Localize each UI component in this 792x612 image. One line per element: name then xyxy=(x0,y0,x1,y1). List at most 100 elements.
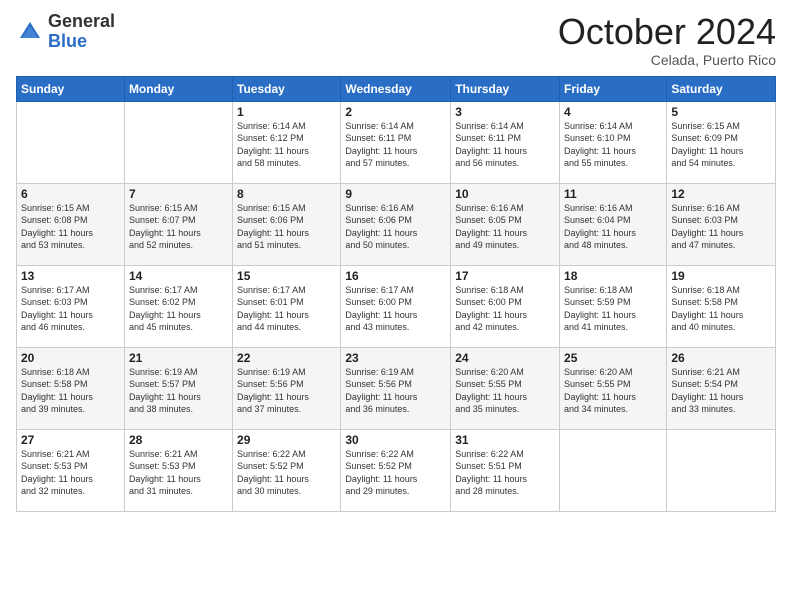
calendar-cell: 24Sunrise: 6:20 AM Sunset: 5:55 PM Dayli… xyxy=(451,347,560,429)
day-info: Sunrise: 6:16 AM Sunset: 6:05 PM Dayligh… xyxy=(455,202,555,252)
day-number: 14 xyxy=(129,269,228,283)
calendar-cell: 8Sunrise: 6:15 AM Sunset: 6:06 PM Daylig… xyxy=(233,183,341,265)
day-number: 1 xyxy=(237,105,336,119)
day-number: 29 xyxy=(237,433,336,447)
day-info: Sunrise: 6:18 AM Sunset: 5:58 PM Dayligh… xyxy=(671,284,771,334)
day-number: 11 xyxy=(564,187,662,201)
calendar-cell: 28Sunrise: 6:21 AM Sunset: 5:53 PM Dayli… xyxy=(124,429,232,511)
calendar-cell: 23Sunrise: 6:19 AM Sunset: 5:56 PM Dayli… xyxy=(341,347,451,429)
calendar-cell: 3Sunrise: 6:14 AM Sunset: 6:11 PM Daylig… xyxy=(451,101,560,183)
calendar-cell: 5Sunrise: 6:15 AM Sunset: 6:09 PM Daylig… xyxy=(667,101,776,183)
calendar-cell xyxy=(17,101,125,183)
day-number: 13 xyxy=(21,269,120,283)
day-info: Sunrise: 6:19 AM Sunset: 5:57 PM Dayligh… xyxy=(129,366,228,416)
day-info: Sunrise: 6:16 AM Sunset: 6:03 PM Dayligh… xyxy=(671,202,771,252)
calendar-cell: 7Sunrise: 6:15 AM Sunset: 6:07 PM Daylig… xyxy=(124,183,232,265)
month-title: October 2024 xyxy=(558,12,776,52)
calendar-cell: 1Sunrise: 6:14 AM Sunset: 6:12 PM Daylig… xyxy=(233,101,341,183)
day-number: 3 xyxy=(455,105,555,119)
day-number: 10 xyxy=(455,187,555,201)
weekday-header: Wednesday xyxy=(341,76,451,101)
calendar-cell: 9Sunrise: 6:16 AM Sunset: 6:06 PM Daylig… xyxy=(341,183,451,265)
location: Celada, Puerto Rico xyxy=(558,52,776,68)
day-info: Sunrise: 6:17 AM Sunset: 6:01 PM Dayligh… xyxy=(237,284,336,334)
calendar-cell: 16Sunrise: 6:17 AM Sunset: 6:00 PM Dayli… xyxy=(341,265,451,347)
day-number: 22 xyxy=(237,351,336,365)
logo-general: General xyxy=(48,12,115,32)
day-number: 27 xyxy=(21,433,120,447)
day-info: Sunrise: 6:16 AM Sunset: 6:04 PM Dayligh… xyxy=(564,202,662,252)
logo-text: General Blue xyxy=(48,12,115,52)
calendar-cell: 15Sunrise: 6:17 AM Sunset: 6:01 PM Dayli… xyxy=(233,265,341,347)
day-info: Sunrise: 6:20 AM Sunset: 5:55 PM Dayligh… xyxy=(455,366,555,416)
day-info: Sunrise: 6:14 AM Sunset: 6:11 PM Dayligh… xyxy=(455,120,555,170)
day-number: 12 xyxy=(671,187,771,201)
day-info: Sunrise: 6:22 AM Sunset: 5:51 PM Dayligh… xyxy=(455,448,555,498)
calendar-cell: 19Sunrise: 6:18 AM Sunset: 5:58 PM Dayli… xyxy=(667,265,776,347)
day-info: Sunrise: 6:14 AM Sunset: 6:12 PM Dayligh… xyxy=(237,120,336,170)
weekday-header: Monday xyxy=(124,76,232,101)
day-number: 18 xyxy=(564,269,662,283)
calendar-cell: 18Sunrise: 6:18 AM Sunset: 5:59 PM Dayli… xyxy=(560,265,667,347)
day-info: Sunrise: 6:21 AM Sunset: 5:53 PM Dayligh… xyxy=(21,448,120,498)
day-number: 25 xyxy=(564,351,662,365)
day-number: 19 xyxy=(671,269,771,283)
page: General Blue October 2024 Celada, Puerto… xyxy=(0,0,792,612)
calendar-cell: 30Sunrise: 6:22 AM Sunset: 5:52 PM Dayli… xyxy=(341,429,451,511)
day-info: Sunrise: 6:22 AM Sunset: 5:52 PM Dayligh… xyxy=(237,448,336,498)
calendar-cell: 10Sunrise: 6:16 AM Sunset: 6:05 PM Dayli… xyxy=(451,183,560,265)
day-number: 16 xyxy=(345,269,446,283)
day-info: Sunrise: 6:15 AM Sunset: 6:06 PM Dayligh… xyxy=(237,202,336,252)
weekday-header: Friday xyxy=(560,76,667,101)
calendar-cell: 27Sunrise: 6:21 AM Sunset: 5:53 PM Dayli… xyxy=(17,429,125,511)
calendar-cell: 21Sunrise: 6:19 AM Sunset: 5:57 PM Dayli… xyxy=(124,347,232,429)
weekday-header-row: SundayMondayTuesdayWednesdayThursdayFrid… xyxy=(17,76,776,101)
calendar-cell xyxy=(124,101,232,183)
calendar-cell: 25Sunrise: 6:20 AM Sunset: 5:55 PM Dayli… xyxy=(560,347,667,429)
day-info: Sunrise: 6:18 AM Sunset: 6:00 PM Dayligh… xyxy=(455,284,555,334)
day-number: 30 xyxy=(345,433,446,447)
day-number: 7 xyxy=(129,187,228,201)
day-number: 17 xyxy=(455,269,555,283)
calendar-cell: 17Sunrise: 6:18 AM Sunset: 6:00 PM Dayli… xyxy=(451,265,560,347)
weekday-header: Sunday xyxy=(17,76,125,101)
day-info: Sunrise: 6:15 AM Sunset: 6:09 PM Dayligh… xyxy=(671,120,771,170)
logo-icon xyxy=(16,18,44,46)
day-info: Sunrise: 6:18 AM Sunset: 5:59 PM Dayligh… xyxy=(564,284,662,334)
day-info: Sunrise: 6:15 AM Sunset: 6:08 PM Dayligh… xyxy=(21,202,120,252)
calendar-cell xyxy=(667,429,776,511)
day-number: 4 xyxy=(564,105,662,119)
day-number: 21 xyxy=(129,351,228,365)
day-info: Sunrise: 6:20 AM Sunset: 5:55 PM Dayligh… xyxy=(564,366,662,416)
calendar-cell: 13Sunrise: 6:17 AM Sunset: 6:03 PM Dayli… xyxy=(17,265,125,347)
logo-blue: Blue xyxy=(48,32,115,52)
calendar-week-row: 27Sunrise: 6:21 AM Sunset: 5:53 PM Dayli… xyxy=(17,429,776,511)
day-info: Sunrise: 6:17 AM Sunset: 6:03 PM Dayligh… xyxy=(21,284,120,334)
day-info: Sunrise: 6:17 AM Sunset: 6:00 PM Dayligh… xyxy=(345,284,446,334)
calendar-week-row: 1Sunrise: 6:14 AM Sunset: 6:12 PM Daylig… xyxy=(17,101,776,183)
day-info: Sunrise: 6:15 AM Sunset: 6:07 PM Dayligh… xyxy=(129,202,228,252)
calendar-cell: 20Sunrise: 6:18 AM Sunset: 5:58 PM Dayli… xyxy=(17,347,125,429)
day-number: 26 xyxy=(671,351,771,365)
day-info: Sunrise: 6:18 AM Sunset: 5:58 PM Dayligh… xyxy=(21,366,120,416)
day-info: Sunrise: 6:21 AM Sunset: 5:53 PM Dayligh… xyxy=(129,448,228,498)
day-info: Sunrise: 6:16 AM Sunset: 6:06 PM Dayligh… xyxy=(345,202,446,252)
calendar-cell: 12Sunrise: 6:16 AM Sunset: 6:03 PM Dayli… xyxy=(667,183,776,265)
calendar-cell xyxy=(560,429,667,511)
day-number: 20 xyxy=(21,351,120,365)
day-number: 15 xyxy=(237,269,336,283)
calendar-cell: 29Sunrise: 6:22 AM Sunset: 5:52 PM Dayli… xyxy=(233,429,341,511)
calendar-week-row: 13Sunrise: 6:17 AM Sunset: 6:03 PM Dayli… xyxy=(17,265,776,347)
day-number: 2 xyxy=(345,105,446,119)
weekday-header: Tuesday xyxy=(233,76,341,101)
calendar-cell: 2Sunrise: 6:14 AM Sunset: 6:11 PM Daylig… xyxy=(341,101,451,183)
day-number: 24 xyxy=(455,351,555,365)
calendar-cell: 26Sunrise: 6:21 AM Sunset: 5:54 PM Dayli… xyxy=(667,347,776,429)
day-number: 6 xyxy=(21,187,120,201)
weekday-header: Thursday xyxy=(451,76,560,101)
day-number: 23 xyxy=(345,351,446,365)
day-number: 9 xyxy=(345,187,446,201)
calendar-week-row: 20Sunrise: 6:18 AM Sunset: 5:58 PM Dayli… xyxy=(17,347,776,429)
calendar: SundayMondayTuesdayWednesdayThursdayFrid… xyxy=(16,76,776,512)
day-number: 28 xyxy=(129,433,228,447)
